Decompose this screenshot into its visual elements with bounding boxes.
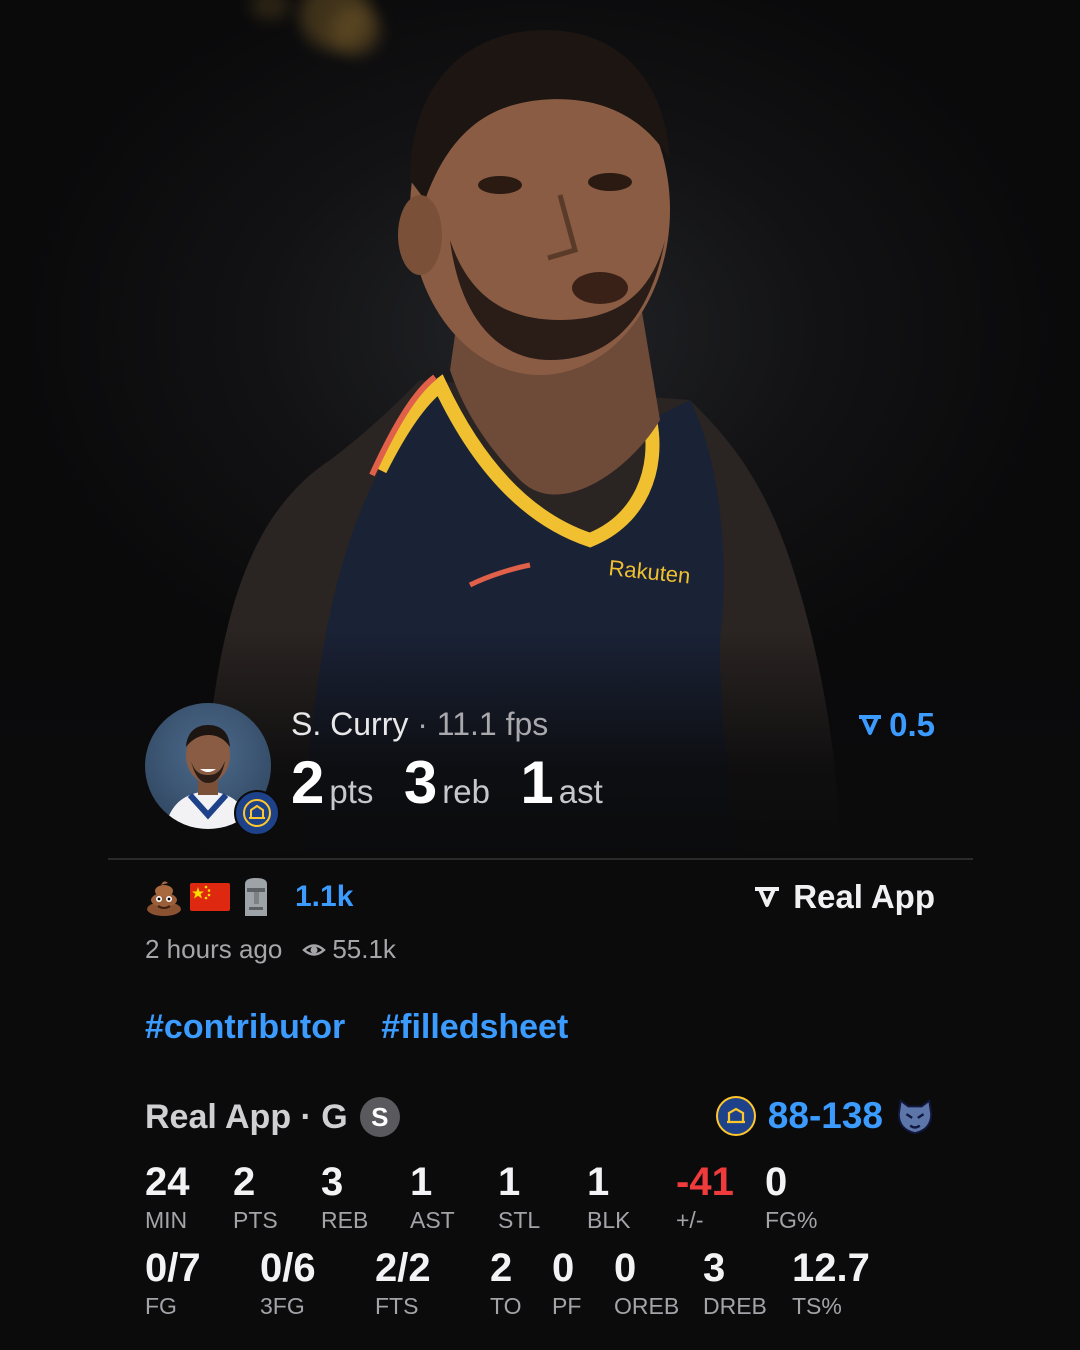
name-separator: · (408, 706, 437, 742)
rating-delta-value: 0.5 (889, 706, 935, 743)
view-count: 55.1k (302, 934, 396, 965)
warriors-logo-icon (234, 790, 280, 836)
stat-plus-minus: -41 +/- (676, 1160, 734, 1234)
score-separator: - (808, 1095, 822, 1136)
post-meta: 2 hours ago 55.1k (145, 934, 396, 965)
stat-to: 2 TO (490, 1246, 522, 1320)
real-app-brand[interactable]: Real App (753, 878, 935, 916)
real-logo-icon (859, 715, 882, 735)
warriors-logo-icon (715, 1096, 756, 1136)
points-unit: pts (329, 773, 374, 810)
stat-value: 0/7 (145, 1246, 201, 1290)
stat-label: MIN (145, 1207, 188, 1233)
stat-label: TS% (792, 1293, 842, 1319)
stat-value: 0/6 (260, 1246, 316, 1290)
hashtag-filledsheet[interactable]: #filledsheet (381, 1008, 568, 1046)
stat-value: 2 (490, 1246, 513, 1290)
divider (108, 858, 973, 860)
stat-label: REB (321, 1207, 369, 1233)
stat-pf: 0 PF (552, 1246, 581, 1320)
score-left: 88 (767, 1095, 809, 1136)
hashtags: #contributor #filledsheet (145, 1008, 604, 1047)
stat-label: 3FG (260, 1293, 305, 1319)
stat-label: PTS (233, 1207, 278, 1233)
stat-value: 1 (410, 1160, 433, 1204)
stat-value: 24 (145, 1160, 190, 1204)
stat-label: DREB (703, 1293, 767, 1319)
score-right: 138 (821, 1095, 883, 1136)
stat-value: 0 (552, 1246, 575, 1290)
stat-blk: 1 BLK (587, 1160, 630, 1234)
fantasy-points: 11.1 fps (436, 706, 549, 742)
stat-label: FTS (375, 1293, 419, 1319)
stat-value: 0 (614, 1246, 637, 1290)
stat-label: BLK (587, 1207, 631, 1233)
stat-value: 2 (233, 1160, 256, 1204)
points-value: 2 (291, 749, 326, 816)
game-source: Real App · G S (145, 1097, 400, 1137)
reaction-count[interactable]: 1.1k (295, 880, 353, 914)
stat-ts-pct: 12.7 TS% (792, 1246, 870, 1320)
stat-value: -41 (676, 1160, 734, 1204)
rating-delta[interactable]: 0.5 (857, 706, 935, 744)
eye-icon (302, 943, 327, 956)
headline-stats: 2 pts 3 reb 1 ast (291, 748, 629, 817)
starter-badge: S (359, 1097, 400, 1137)
stat-dreb: 3 DREB (703, 1246, 767, 1320)
rebounds-value: 3 (403, 749, 439, 816)
stat-reb: 3 REB (321, 1160, 368, 1234)
game-source-label: Real App · G (145, 1097, 348, 1136)
stat-label: FG% (765, 1207, 818, 1233)
stat-label: PF (552, 1293, 582, 1319)
view-count-value: 55.1k (332, 934, 396, 964)
stat-value: 3 (321, 1160, 344, 1204)
stat-value: 2/2 (375, 1246, 431, 1290)
china-flag-icon[interactable] (189, 876, 231, 918)
grizzlies-logo-icon (895, 1096, 935, 1136)
stat-value: 1 (587, 1160, 610, 1204)
post-time: 2 hours ago (145, 934, 283, 964)
stat-value: 3 (703, 1246, 726, 1290)
stat-label: AST (410, 1207, 455, 1233)
stat-value: 1 (498, 1160, 521, 1204)
game-score[interactable]: 88-138 (715, 1095, 935, 1137)
hashtag-contributor[interactable]: #contributor (145, 1008, 345, 1046)
stat-label: TO (490, 1293, 522, 1319)
stat-stl: 1 STL (498, 1160, 540, 1234)
brand-label: Real App (793, 878, 935, 915)
stat-value: 12.7 (792, 1246, 870, 1290)
real-logo-icon (755, 887, 780, 907)
stat-min: 24 MIN (145, 1160, 190, 1234)
stat-pts: 2 PTS (233, 1160, 278, 1234)
rebounds-unit: reb (442, 773, 490, 810)
stat-fts: 2/2 FTS (375, 1246, 431, 1320)
stat-label: FG (145, 1293, 177, 1319)
stat-fg: 0/7 FG (145, 1246, 201, 1320)
assists-value: 1 (520, 749, 555, 816)
stat-3fg: 0/6 3FG (260, 1246, 316, 1320)
stat-label: +/- (676, 1207, 704, 1233)
player-name[interactable]: S. Curry (291, 706, 408, 742)
poop-emoji-icon[interactable] (143, 876, 185, 918)
player-name-line: S. Curry · 11.1 fps (291, 706, 548, 743)
moai-emoji-icon[interactable] (235, 876, 277, 918)
assists-unit: ast (558, 773, 603, 810)
stat-ast: 1 AST (410, 1160, 455, 1234)
stat-fg-pct: 0 FG% (765, 1160, 817, 1234)
stat-value: 0 (765, 1160, 788, 1204)
stat-label: STL (498, 1207, 541, 1233)
reactions-row[interactable]: 1.1k (143, 876, 353, 918)
stat-oreb: 0 OREB (614, 1246, 679, 1320)
stat-label: OREB (614, 1293, 680, 1319)
